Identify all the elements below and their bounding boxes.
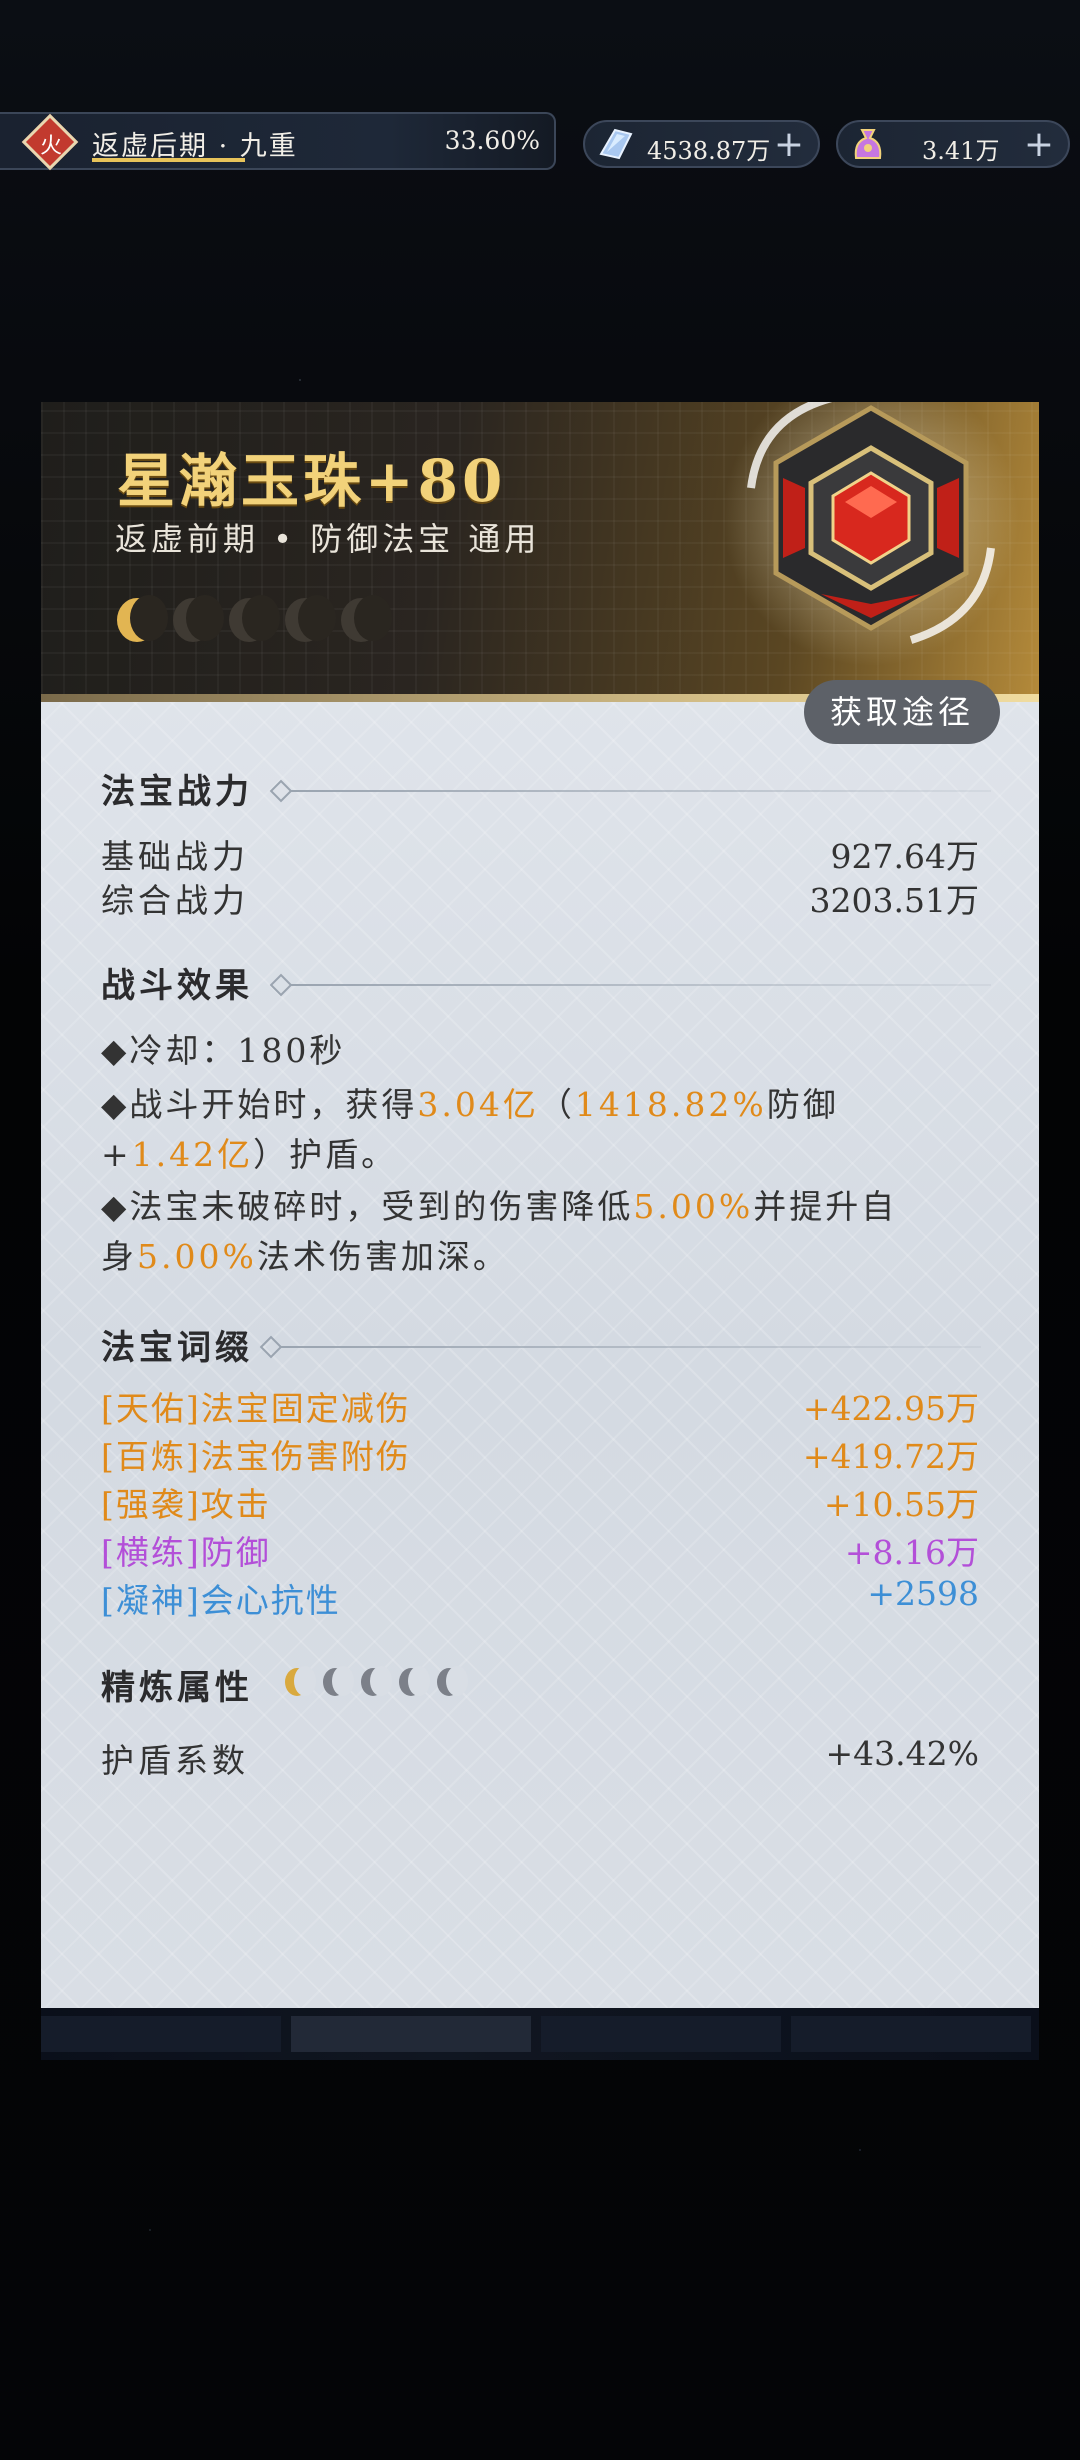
- stat-value: 927.64万: [830, 837, 979, 876]
- effect-highlight: 1.42亿: [131, 1135, 254, 1174]
- moon-dim-icon: [437, 1666, 468, 1696]
- affix-value: +422.95万: [802, 1389, 979, 1428]
- effect-text: 并提升自: [753, 1187, 898, 1226]
- refine-star-rating: [285, 1666, 468, 1696]
- affix-value: +10.55万: [823, 1485, 979, 1524]
- wish-pouch-counter: 3.41万 +: [836, 120, 1070, 168]
- affix-label: [天佑]法宝固定减伤: [101, 1389, 411, 1428]
- affix-value: +8.16万: [844, 1533, 979, 1572]
- power-section-title: 法宝战力: [101, 772, 253, 812]
- moon-dim-icon: [173, 595, 224, 642]
- effect-text: ）护盾。: [253, 1135, 398, 1174]
- effect-shield: ◆战斗开始时，获得3.04亿（1418.82%防御: [101, 1080, 1001, 1130]
- affix-label: [凝神]会心抗性: [101, 1581, 341, 1620]
- moon-dim-icon: [323, 1666, 354, 1696]
- moon-dim-icon: [361, 1666, 392, 1696]
- background-tab: [541, 2016, 781, 2052]
- refine-label: 护盾系数: [101, 1741, 249, 1780]
- cultivation-realm-panel[interactable]: 火 返虚后期 · 九重 33.60%: [0, 112, 556, 171]
- affix-label: [横练]防御: [101, 1533, 271, 1572]
- effect-damage-reduction-cont: 身5.00%法术伤害加深。: [101, 1232, 1001, 1282]
- acquire-method-button[interactable]: 获取途径: [804, 680, 1000, 744]
- combat-section-title: 战斗效果: [101, 966, 253, 1006]
- affix-section-title: 法宝词缀: [101, 1328, 253, 1368]
- effect-damage-reduction: ◆法宝未破碎时，受到的伤害降低5.00%并提升自: [101, 1182, 1001, 1232]
- affix-row: [天佑]法宝固定减伤 +422.95万: [101, 1382, 979, 1430]
- affix-row: [横练]防御 +8.16万: [101, 1526, 979, 1574]
- background-tab-strip: [41, 2008, 1039, 2060]
- title-divider: [291, 984, 991, 986]
- effect-highlight: 5.00%: [137, 1237, 257, 1276]
- realm-progress-bar: [92, 158, 245, 162]
- jade-orb-icon: [723, 402, 1019, 666]
- moon-dim-icon: [399, 1666, 430, 1696]
- moon-dim-icon: [341, 595, 392, 642]
- wish-pouch-icon: [854, 129, 882, 159]
- treasure-detail-card: 星瀚玉珠+80 返虚前期 • 防御法宝 通用 获取途径 法宝战力 基础战力 92…: [41, 402, 1039, 2008]
- affix-value: +2598: [867, 1574, 979, 1613]
- refine-section-title: 精炼属性: [101, 1668, 253, 1708]
- effect-text: （: [538, 1085, 575, 1124]
- effect-cooldown: ◆冷却：180秒: [101, 1026, 1001, 1076]
- stat-value: 3203.51万: [809, 881, 979, 920]
- background-tab: [41, 2016, 281, 2052]
- wish-pouch-value: 3.41万: [922, 137, 1000, 165]
- effect-shield-cont: +1.42亿）护盾。: [101, 1130, 1001, 1180]
- moon-dim-icon: [285, 595, 336, 642]
- stat-row: 基础战力 927.64万: [101, 830, 979, 878]
- item-name: 星瀚玉珠+80: [117, 447, 507, 515]
- item-subtitle: 返虚前期 • 防御法宝 通用: [115, 520, 541, 558]
- moon-lit-icon: [117, 595, 168, 642]
- effect-text: 防御: [766, 1085, 839, 1124]
- top-status-bar: 火 返虚后期 · 九重 33.60% 4538.87万 + 3.41万 +: [0, 108, 1080, 174]
- add-spirit-stone-button[interactable]: +: [774, 124, 804, 165]
- affix-row: [强袭]攻击 +10.55万: [101, 1478, 979, 1526]
- refine-value: +43.42%: [825, 1734, 979, 1773]
- spirit-stone-value: 4538.87万: [647, 137, 771, 165]
- effect-highlight: 5.00%: [633, 1187, 754, 1226]
- title-divider: [291, 790, 991, 792]
- realm-percent: 33.60%: [444, 126, 540, 155]
- background-tab: [291, 2016, 531, 2052]
- affix-row: [凝神]会心抗性 +2598: [101, 1574, 979, 1622]
- refine-row: 护盾系数 +43.42%: [101, 1734, 979, 1782]
- effect-text: ◆战斗开始时，获得: [101, 1085, 418, 1124]
- stat-row: 综合战力 3203.51万: [101, 874, 979, 922]
- affix-value: +419.72万: [802, 1437, 979, 1476]
- moon-dim-icon: [229, 595, 280, 642]
- add-wish-pouch-button[interactable]: +: [1024, 124, 1054, 165]
- effect-text: 身: [101, 1237, 137, 1276]
- effect-highlight: 3.04亿: [417, 1085, 539, 1124]
- affix-label: [百炼]法宝伤害附伤: [101, 1437, 411, 1476]
- moon-lit-icon: [285, 1666, 316, 1696]
- star-rating: [117, 595, 392, 642]
- effect-text: 法术伤害加深。: [256, 1237, 509, 1276]
- effect-text: ◆冷却：180秒: [101, 1031, 346, 1070]
- effect-text: ◆法宝未破碎时，受到的伤害降低: [101, 1187, 634, 1226]
- stat-label: 基础战力: [101, 837, 249, 876]
- affix-label: [强袭]攻击: [101, 1485, 271, 1524]
- spirit-stone-counter: 4538.87万 +: [583, 120, 820, 168]
- stat-label: 综合战力: [101, 881, 249, 920]
- spirit-stone-icon: [599, 128, 633, 160]
- affix-row: [百炼]法宝伤害附伤 +419.72万: [101, 1430, 979, 1478]
- effect-text: +: [101, 1135, 132, 1174]
- background-tab: [791, 2016, 1031, 2052]
- element-badge-text: 火: [39, 134, 62, 159]
- title-divider: [281, 1346, 981, 1348]
- effect-highlight: 1418.82%: [574, 1085, 767, 1124]
- card-header: 星瀚玉珠+80 返虚前期 • 防御法宝 通用: [41, 402, 1039, 698]
